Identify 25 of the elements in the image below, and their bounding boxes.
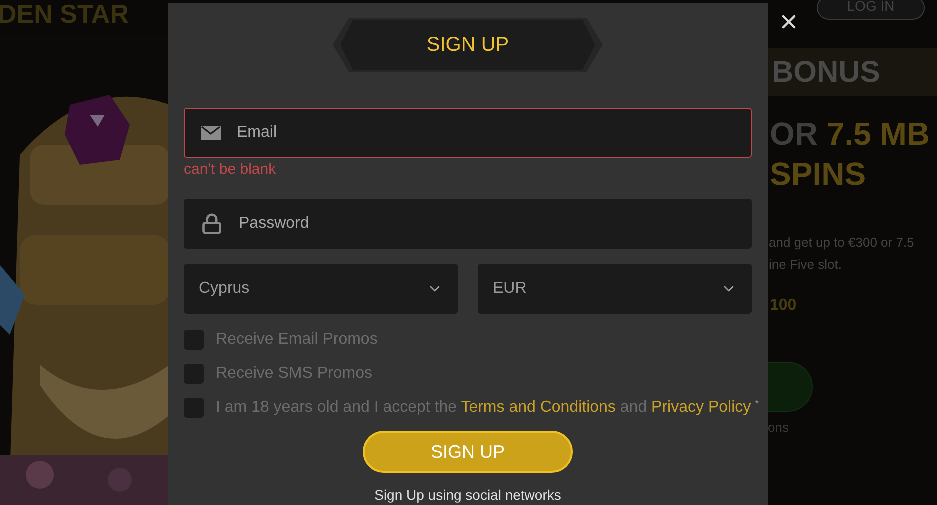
social-signup-label: Sign Up using social networks bbox=[374, 486, 562, 505]
promo-amount: 100 bbox=[769, 296, 798, 316]
checkbox-label: I am 18 years old and I accept the Terms and Conditions and Privacy Policy $^{*}$ bbox=[216, 398, 760, 418]
select-field[interactable]: Cyprus bbox=[184, 264, 458, 314]
password-field[interactable]: Password bbox=[184, 199, 752, 249]
email-input[interactable]: Email bbox=[237, 121, 735, 145]
password-input[interactable]: Password bbox=[239, 212, 735, 236]
select-field[interactable]: EUR bbox=[478, 264, 752, 314]
checkbox[interactable] bbox=[184, 330, 204, 350]
mail-icon bbox=[201, 126, 221, 140]
checkbox[interactable] bbox=[184, 364, 204, 384]
checkbox[interactable] bbox=[184, 398, 204, 418]
modal-title: SIGN UP bbox=[426, 33, 510, 58]
promo-headline: SPINS bbox=[770, 155, 868, 194]
promo-text: and get up to €300 or 7.5 bbox=[769, 234, 916, 252]
lock-icon bbox=[201, 213, 223, 235]
policy-link[interactable]: Terms and Conditions bbox=[461, 399, 616, 416]
checkbox-label: Receive SMS Promos bbox=[216, 364, 372, 384]
checkbox-label: Receive Email Promos bbox=[216, 330, 378, 350]
policy-link[interactable]: Privacy Policy bbox=[652, 399, 752, 416]
promo-text: ine Five slot. bbox=[769, 256, 843, 274]
error-message: can't be blank bbox=[184, 161, 278, 179]
bonus-title: BONUS bbox=[772, 54, 880, 90]
promo-button[interactable] bbox=[768, 362, 813, 412]
email-field[interactable]: Email bbox=[184, 108, 752, 158]
